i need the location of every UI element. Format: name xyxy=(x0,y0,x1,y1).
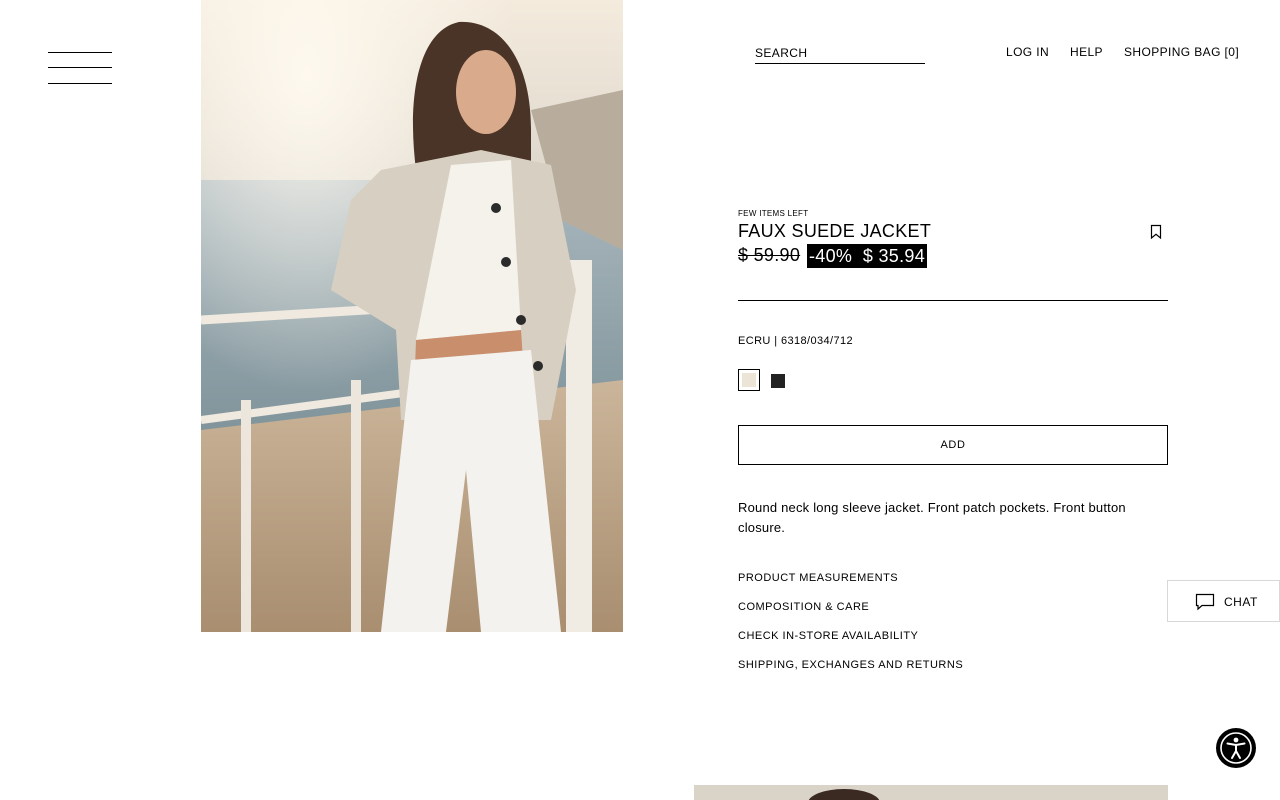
composition-care-link[interactable]: COMPOSITION & CARE xyxy=(738,601,869,613)
secondary-product-photo[interactable] xyxy=(694,785,1168,800)
product-photo[interactable] xyxy=(201,0,623,632)
search-input[interactable] xyxy=(755,46,925,60)
discount-percent: -40% xyxy=(809,246,853,266)
color-swatch-ecru[interactable] xyxy=(738,369,760,391)
swatch-fill xyxy=(742,373,756,387)
product-measurements-link[interactable]: PRODUCT MEASUREMENTS xyxy=(738,572,898,584)
menu-icon-bar-bottom xyxy=(48,83,112,84)
accessibility-icon xyxy=(1220,732,1252,764)
bookmark-icon xyxy=(1150,224,1162,240)
menu-icon-bar-top xyxy=(48,52,112,53)
shipping-returns-link[interactable]: SHIPPING, EXCHANGES AND RETURNS xyxy=(738,659,963,671)
product-description: Round neck long sleeve jacket. Front pat… xyxy=(738,500,1126,535)
product-photo-illustration xyxy=(201,0,623,632)
menu-icon-bar-middle xyxy=(48,67,112,68)
menu-button[interactable] xyxy=(48,50,112,86)
color-swatch-black[interactable] xyxy=(771,374,785,388)
chat-label: CHAT xyxy=(1224,595,1258,609)
search-field[interactable] xyxy=(755,44,925,64)
add-to-bag-button[interactable]: ADD xyxy=(738,425,1168,465)
save-to-wishlist-button[interactable] xyxy=(1149,224,1163,240)
stock-notice: FEW ITEMS LEFT xyxy=(738,209,809,218)
original-price: $ 59.90 xyxy=(738,245,801,265)
product-title: FAUX SUEDE JACKET xyxy=(738,221,932,241)
chat-button[interactable]: CHAT xyxy=(1167,580,1280,622)
accessibility-button[interactable] xyxy=(1216,728,1256,768)
divider xyxy=(738,300,1168,301)
sale-price: $ 35.94 xyxy=(862,246,925,266)
help-link[interactable]: HELP xyxy=(1070,45,1103,59)
chat-icon xyxy=(1195,593,1215,611)
color-reference: ECRU | 6318/034/712 xyxy=(738,335,854,347)
login-link[interactable]: LOG IN xyxy=(1006,45,1049,59)
shopping-bag-link[interactable]: SHOPPING BAG [0] xyxy=(1124,45,1239,59)
secondary-photo-illustration xyxy=(694,785,1168,800)
sale-price-badge: -40% $ 35.94 xyxy=(807,244,927,268)
store-availability-link[interactable]: CHECK IN-STORE AVAILABILITY xyxy=(738,630,918,642)
